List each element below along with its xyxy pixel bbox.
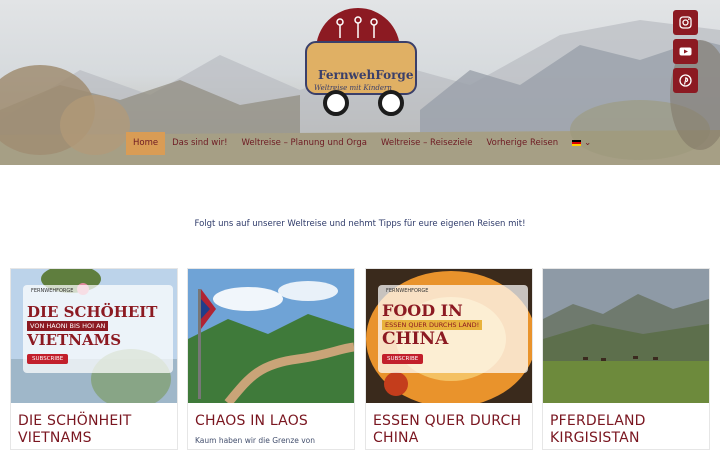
post-thumbnail-vietnam[interactable]: FERNWEHFORGE DIE SCHÖHEIT VON HAONI BIS … <box>11 269 177 403</box>
fernwehforge-logo[interactable] <box>300 8 420 120</box>
pinterest-button[interactable] <box>673 68 698 93</box>
nav-item-about[interactable]: Das sind wir! <box>165 132 234 155</box>
post-title[interactable]: Pferdeland Kirgisistan <box>550 413 705 447</box>
instagram-icon <box>679 16 692 29</box>
nav-item-destinations[interactable]: Weltreise – Reiseziele <box>374 132 479 155</box>
overlay-headline: FOOD IN <box>382 301 463 320</box>
hero-header: FernwehForge Weltreise mit Kindern Home … <box>0 0 720 165</box>
nav-item-planning[interactable]: Weltreise – Planung und Orga <box>234 132 374 155</box>
overlay-headline: DIE SCHÖHEIT <box>27 303 158 321</box>
language-switcher[interactable]: ⌄ <box>565 132 598 155</box>
overlay-brand: FERNWEHFORGE <box>386 288 429 294</box>
subscribe-button: SUBSCRIBE <box>382 354 424 364</box>
post-card[interactable]: Pferdeland Kirgisistan <box>542 268 710 450</box>
overlay-headline-2: VIETNAMS <box>27 331 122 349</box>
chevron-down-icon: ⌄ <box>584 138 592 148</box>
logo-slogan: Weltreise mit Kindern <box>314 84 392 92</box>
instagram-button[interactable] <box>673 10 698 35</box>
post-card[interactable]: FERNWEHFORGE DIE SCHÖHEIT VON HAONI BIS … <box>10 268 178 450</box>
nav-item-home[interactable]: Home <box>126 132 166 155</box>
post-thumbnail-laos[interactable] <box>188 269 354 403</box>
post-thumbnail-kyrgyzstan[interactable] <box>543 269 709 403</box>
pinterest-icon <box>679 74 692 87</box>
post-card[interactable]: Chaos in Laos Kaum haben wir die Grenze … <box>187 268 355 450</box>
post-thumbnail-china[interactable]: FERNWEHFORGE FOOD IN ESSEN QUER DURCHS L… <box>366 269 532 403</box>
post-title[interactable]: Die Schönheit Vietnams <box>18 413 173 447</box>
overlay-subline: VON HAONI BIS HOI AN <box>27 321 109 331</box>
post-title[interactable]: Chaos in Laos <box>195 413 350 430</box>
post-card[interactable]: FERNWEHFORGE FOOD IN ESSEN QUER DURCHS L… <box>365 268 533 450</box>
subscribe-button: SUBSCRIBE <box>27 354 69 364</box>
site-tagline: Folgt uns auf unserer Weltreise und nehm… <box>194 219 526 229</box>
post-title[interactable]: Essen quer durch China <box>373 413 528 447</box>
post-excerpt: Kaum haben wir die Grenze von <box>195 436 316 445</box>
nav-item-previous-trips[interactable]: Vorherige Reisen <box>479 132 565 155</box>
overlay-headline-2: CHINA <box>382 329 449 349</box>
youtube-icon <box>679 47 692 56</box>
kyrgyzstan-photo <box>543 269 709 403</box>
overlay-brand: FERNWEHFORGE <box>31 288 74 294</box>
german-flag-icon <box>572 139 582 146</box>
youtube-button[interactable] <box>673 39 698 64</box>
main-navigation: Home Das sind wir! Weltreise – Planung u… <box>126 132 598 155</box>
logo-name: FernwehForge <box>318 68 414 82</box>
laos-photo <box>188 269 354 403</box>
